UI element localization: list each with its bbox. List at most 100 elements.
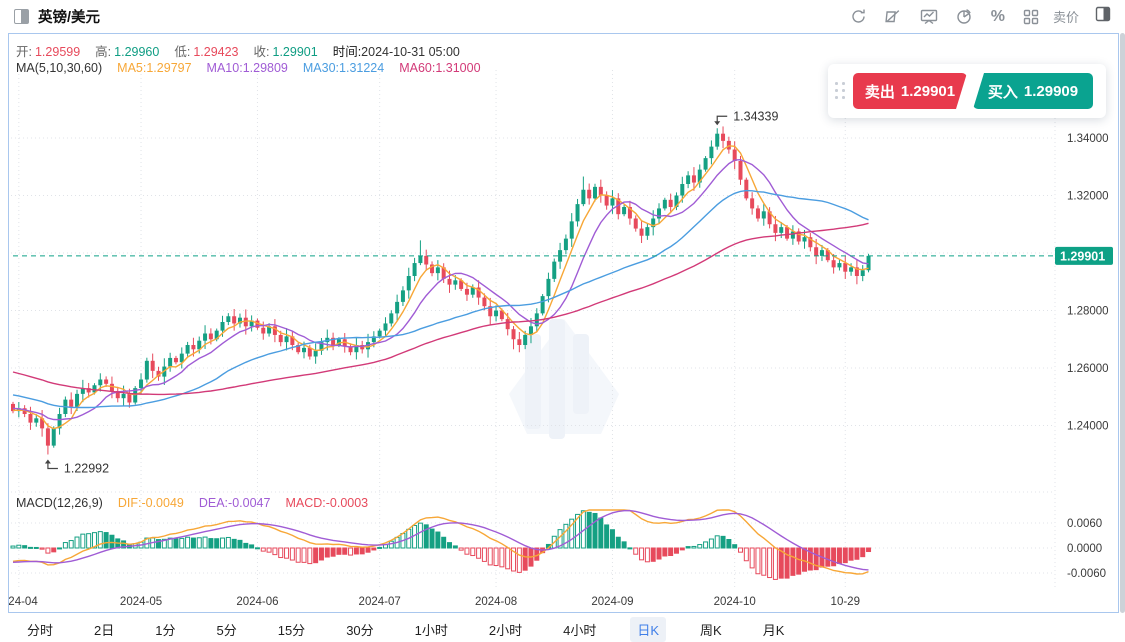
x-axis-label: 24-04 [9,596,38,608]
dea-line [12,509,869,571]
tab-15分[interactable]: 15分 [271,617,312,642]
tab-1分[interactable]: 1分 [148,617,182,642]
macd-axis-label: 0.0000 [1067,543,1102,555]
tab-2日[interactable]: 2日 [87,617,121,642]
price-axis-label: 1.34000 [1067,133,1109,145]
macd-label: DEA: [198,496,229,510]
tab-5分[interactable]: 5分 [209,617,243,642]
quote-value: 2024-10-31 05:00 [361,45,460,59]
sell-button-label: 卖出 [864,83,895,101]
grid-layout-icon[interactable] [1023,9,1039,25]
quote-item: 低: 1.29423 [174,41,238,60]
main-chart: 1.29901 1.34000 1.32000 1.28000 1.26000 1.240… [9,70,1113,608]
macd-value: -0.0047 [228,496,271,510]
macd-value: -0.0049 [141,496,184,510]
instrument-panel-icon [14,9,29,24]
ma-label: MA10: [206,61,243,75]
ma-value: 1.29809 [242,61,288,75]
sell-button[interactable]: 卖出 1.29901 [853,73,967,109]
chart-panel: 开: 1.29599 高: 1.29960 低: 1.29423 收: 1.29901 时间:2… [8,33,1119,613]
dif-line [12,509,869,575]
macd-item: DIF:-0.0049 [118,496,184,510]
buy-button-label: 买入 [987,83,1018,101]
svg-text:1.34339: 1.34339 [733,109,778,123]
refresh-icon[interactable] [850,8,867,25]
pie-chart-icon[interactable] [956,8,973,25]
percent-icon[interactable]: % [991,8,1005,26]
ma-value: 1.31000 [435,61,481,75]
vertical-scrollbar[interactable] [1120,33,1125,613]
x-axis-label: 2024-07 [359,596,401,608]
macd-item: DEA:-0.0047 [199,496,271,510]
sell-price-mode-label[interactable]: 卖价 [1053,7,1079,26]
quote-label: 开: [16,45,32,59]
ma-item: MA5:1.29797 [117,61,191,75]
tab-2小时[interactable]: 2小时 [482,617,529,642]
macd-values-row: MACD(12,26,9) DIF:-0.0049 DEA:-0.0047 MACD:… [16,496,368,510]
quote-label: 低: [174,45,191,59]
drag-handle-icon[interactable] [835,82,849,100]
quote-label: 收: [253,45,270,59]
tab-月K[interactable]: 月K [756,617,792,642]
macd-axis-label: 0.0060 [1067,518,1102,530]
x-axis-label: 2024-08 [475,596,517,608]
x-axis-label: 2024-06 [236,596,278,608]
ma60-line [12,222,869,396]
quote-item: 收: 1.29901 [254,41,318,60]
svg-text:1.22992: 1.22992 [64,461,109,475]
quote-item: 开: 1.29599 [16,41,80,60]
ma-value: 1.29797 [146,61,192,75]
x-axis-label: 10-29 [831,596,860,608]
sell-button-price: 1.29901 [900,82,956,100]
timeframe-tabbar: 分时 2日 1分 5分 15分 30分 1小时 2小时 4小时 日K 周K 月K [8,617,1119,642]
price-axis-label: 1.24000 [1067,421,1109,433]
annotation-high [714,115,728,126]
ma-values-row: MA(5,10,30,60) MA5:1.29797 MA10:1.29809 MA3… [16,61,481,75]
x-axis-label: 2024-05 [120,596,162,608]
tab-分时[interactable]: 分时 [20,617,60,642]
quote-value: 1.29599 [34,45,81,59]
quote-value: 1.29423 [193,45,239,59]
ma-value: 1.31224 [339,61,385,75]
macd-value: -0.0003 [325,496,369,510]
trade-panel: 卖出 1.29901 买入 1.29909 [828,64,1106,118]
buy-button[interactable]: 买入 1.29909 [973,73,1093,109]
ma-label: MA60: [399,61,436,75]
quote-label: 时间: [332,45,362,59]
price-axis-label: 1.28000 [1067,306,1109,318]
annotation-low [44,459,58,470]
top-bar: 英镑/美元 % 卖价 [0,0,1125,33]
split-panel-icon[interactable] [1095,6,1111,27]
gridlines [11,70,1056,590]
macd-axis-label: -0.0060 [1067,568,1106,580]
x-axis-label: 2024-10 [714,596,756,608]
draw-tools-icon[interactable] [885,8,902,25]
ma-item: MA(5,10,30,60) [16,61,102,75]
macd-item: MACD:-0.0003 [285,496,368,510]
quote-item: 时间:2024-10-31 05:00 [333,41,460,60]
tab-30分[interactable]: 30分 [339,617,380,642]
x-axis-label: 2024-09 [591,596,633,608]
ohlc-quote-row: 开: 1.29599 高: 1.29960 低: 1.29423 收: 1.29901 时间:2… [16,41,460,60]
page-title: 英镑/美元 [38,10,101,26]
quote-item: 高: 1.29960 [95,41,159,60]
tab-周K[interactable]: 周K [693,617,729,642]
tab-日K[interactable]: 日K [630,617,667,642]
ma-label: MA30: [302,61,340,75]
quote-value: 1.29901 [272,45,318,59]
svg-text:1.29901: 1.29901 [1060,249,1105,263]
price-axis-label: 1.26000 [1067,363,1109,375]
ma-label: MA5: [117,61,147,75]
ma-label: MA(5,10,30,60) [16,61,103,75]
macd-label: MACD: [285,496,326,510]
macd-label: DIF: [117,496,142,510]
tab-1小时[interactable]: 1小时 [408,617,455,642]
quote-label: 高: [95,45,112,59]
tab-4小时[interactable]: 4小时 [556,617,603,642]
ma-item: MA30:1.31224 [303,61,384,75]
buy-button-price: 1.29909 [1023,82,1079,100]
macd-item: MACD(12,26,9) [16,496,103,510]
ma-item: MA60:1.31000 [399,61,480,75]
price-axis-label: 1.32000 [1067,191,1109,203]
chart-board-icon[interactable] [920,8,938,25]
